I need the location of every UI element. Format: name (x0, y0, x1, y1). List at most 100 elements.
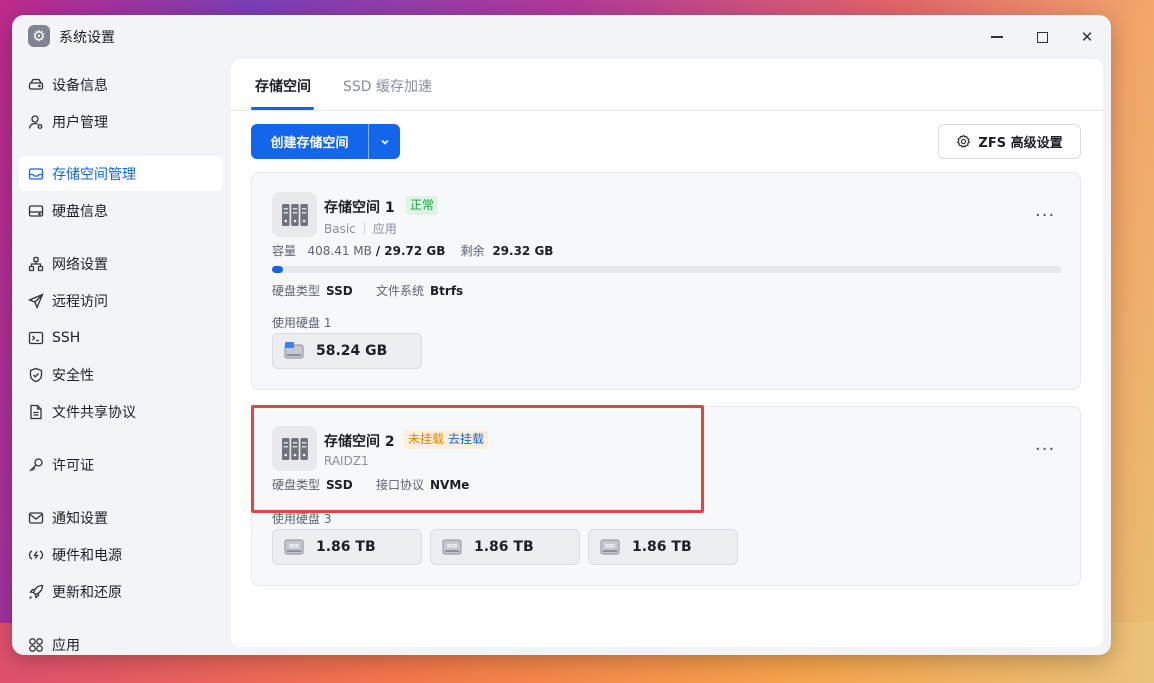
mount-link[interactable]: 去挂载 (448, 432, 484, 446)
disk-chip[interactable]: SSD 1.86 TB (430, 529, 580, 565)
used-value: 408.41 MB (307, 244, 372, 258)
used-disks-label: 使用硬盘 1 (272, 316, 332, 330)
ssd-drive-icon: SSD (442, 539, 462, 555)
sidebar-item-label: 文件共享协议 (52, 404, 136, 421)
sidebar-item-notifications[interactable]: 通知设置 (19, 500, 223, 535)
sidebar-item-label: 远程访问 (52, 293, 108, 310)
title-bar: ⚙ 系统设置 ✕ (12, 15, 1111, 59)
sidebar-item-apps[interactable]: 应用 (19, 627, 223, 655)
more-icon: ··· (1035, 205, 1056, 226)
interface-value: NVMe (430, 478, 470, 492)
filesystem-value: Btrfs (430, 284, 464, 298)
interface-info: 接口协议 NVMe (376, 476, 469, 493)
send-icon (27, 292, 45, 310)
disk-chip[interactable]: SSD 1.86 TB (272, 529, 422, 565)
capacity-progress-bar (272, 266, 1061, 273)
ssd-drive-icon: SSD (284, 539, 304, 555)
sidebar-item-users[interactable]: 用户管理 (19, 104, 223, 139)
divider (363, 223, 365, 234)
disk-capacity: 1.86 TB (316, 539, 376, 555)
rocket-icon (27, 583, 45, 601)
key-icon (27, 456, 45, 474)
chevron-down-icon (380, 139, 389, 145)
sidebar-item-label: 更新和还原 (52, 584, 122, 601)
tab-storage[interactable]: 存储空间 (255, 76, 311, 96)
shield-icon (27, 366, 45, 384)
sidebar-item-file-sharing[interactable]: 文件共享协议 (19, 394, 223, 429)
disk-capacity: 1.86 TB (474, 539, 534, 555)
create-storage-split-button: 创建存储空间 (251, 124, 400, 159)
sidebar-item-label: 硬盘信息 (52, 203, 108, 220)
close-button[interactable]: ✕ (1073, 23, 1101, 51)
zfs-advanced-settings-button[interactable]: ZFS 高级设置 (938, 124, 1081, 159)
svg-text:SSD: SSD (447, 544, 457, 550)
sidebar-item-disks[interactable]: 硬盘信息 (19, 193, 223, 228)
more-options-button[interactable]: ··· (1035, 205, 1055, 226)
maximize-button[interactable] (1028, 23, 1056, 51)
pool-name: 存储空间 2 (324, 434, 395, 450)
ssd-drive-icon (284, 342, 304, 359)
sidebar-item-label: SSH (52, 329, 81, 346)
storage-pool-card: 存储空间 1 正常 Basic 应用 ··· 容量 408.41 MB / 29.… (251, 172, 1081, 390)
status-badge: 正常 (406, 196, 439, 215)
network-icon (27, 255, 45, 273)
settings-gear-icon: ⚙ (28, 25, 50, 47)
sidebar-item-label: 应用 (52, 637, 80, 654)
sidebar-item-license[interactable]: 许可证 (19, 447, 223, 482)
filesystem-label: 文件系统 (376, 284, 425, 298)
pool-raid-type: RAIDZ1 (324, 454, 369, 468)
create-storage-dropdown-button[interactable] (369, 124, 400, 159)
tab-bar: 存储空间 SSD 缓存加速 (231, 59, 1103, 111)
status-badge: 未挂载 去挂载 (404, 430, 489, 449)
active-tab-indicator (251, 107, 314, 110)
disk-type-value: SSD (326, 478, 353, 492)
sidebar-item-label: 安全性 (52, 367, 94, 384)
more-options-button[interactable]: ··· (1035, 439, 1055, 460)
pool-name: 存储空间 1 (324, 200, 395, 216)
pool-raid-type: Basic (324, 222, 356, 236)
main-panel: 存储空间 SSD 缓存加速 创建存储空间 ZFS 高级设置 存储空间 1 正常 … (231, 59, 1103, 647)
maximize-icon (1036, 31, 1048, 43)
terminal-icon (27, 329, 45, 347)
user-icon (27, 113, 45, 131)
svg-text:SSD: SSD (289, 544, 299, 550)
disk-type-label: 硬盘类型 (272, 284, 321, 298)
file-icon (27, 403, 45, 421)
disk-type-info: 硬盘类型 SSD (272, 476, 353, 493)
capacity-progress-fill (272, 266, 283, 273)
status-text: 未挂载 (408, 432, 445, 446)
mail-icon (27, 509, 45, 527)
pool-subtitle: Basic 应用 (324, 220, 397, 237)
disk-capacity: 58.24 GB (316, 343, 388, 359)
sidebar-item-remote-access[interactable]: 远程访问 (19, 283, 223, 318)
minimize-icon (991, 36, 1003, 38)
disk-type-info: 硬盘类型 SSD (272, 282, 353, 299)
sidebar-item-network[interactable]: 网络设置 (19, 246, 223, 281)
total-value: 29.72 GB (384, 244, 446, 258)
sidebar-item-label: 硬件和电源 (52, 547, 122, 564)
sidebar-item-security[interactable]: 安全性 (19, 357, 223, 392)
power-icon (27, 546, 45, 564)
sidebar-item-ssh[interactable]: SSH (19, 320, 223, 355)
sidebar-item-hardware-power[interactable]: 硬件和电源 (19, 537, 223, 572)
sidebar-item-device-info[interactable]: 设备信息 (19, 67, 223, 102)
create-storage-button[interactable]: 创建存储空间 (251, 124, 368, 159)
hdd-icon (27, 76, 45, 94)
capacity-row: 容量 408.41 MB / 29.72 GB 剩余 29.32 GB (272, 244, 554, 258)
gear-icon (957, 134, 971, 148)
storage-pool-icon (272, 426, 317, 471)
window-title: 系统设置 (59, 30, 115, 46)
storage-icon (27, 165, 45, 183)
storage-pool-card: 存储空间 2 未挂载 去挂载 RAIDZ1 ··· 硬盘类型 SSD 接口协议 NVM… (251, 406, 1081, 586)
close-icon: ✕ (1080, 28, 1094, 46)
storage-pool-icon (272, 192, 317, 237)
sidebar-item-storage[interactable]: 存储空间管理 (19, 156, 223, 191)
disk-chip[interactable]: 58.24 GB (272, 333, 422, 369)
sidebar: 设备信息 用户管理 存储空间管理 硬盘信息 网络设置 远程访问 SSH 安全性 (12, 59, 231, 655)
sidebar-item-update-restore[interactable]: 更新和还原 (19, 574, 223, 609)
minimize-button[interactable] (983, 23, 1011, 51)
disk-capacity: 1.86 TB (632, 539, 692, 555)
tab-ssd-cache[interactable]: SSD 缓存加速 (343, 76, 432, 96)
more-icon: ··· (1035, 439, 1056, 460)
disk-chip[interactable]: SSD 1.86 TB (588, 529, 738, 565)
